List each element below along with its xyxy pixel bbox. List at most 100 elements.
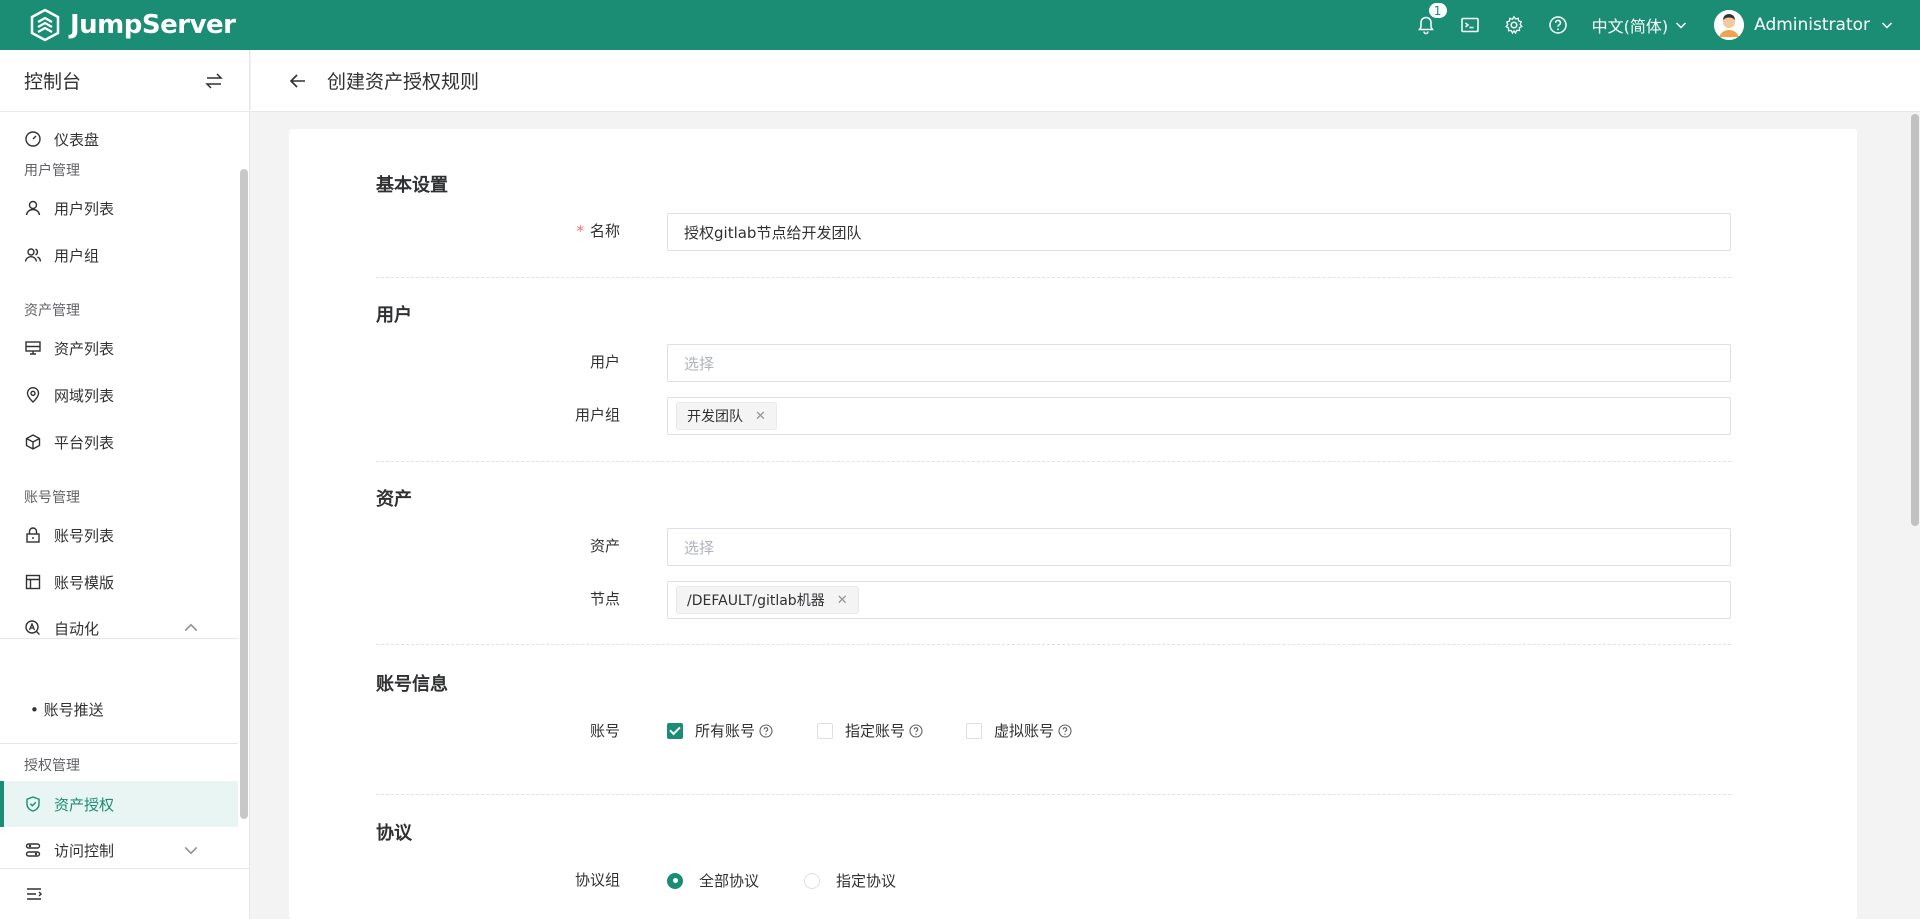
sidebar-item-label: 账号模版	[54, 573, 115, 592]
asset-label: 资产	[589, 537, 620, 555]
sidebar-item-label: 资产授权	[54, 795, 115, 814]
close-icon[interactable]: ✕	[755, 409, 766, 424]
sidebar-item-asset-list[interactable]: 资产列表	[0, 326, 238, 370]
checkbox-virtual-accounts[interactable]: 虚拟账号	[966, 720, 1072, 741]
section-title-basic: 基本设置	[376, 175, 448, 196]
collapse-menu-icon[interactable]	[24, 884, 44, 904]
checkbox-specified-accounts[interactable]: 指定账号	[817, 720, 923, 741]
radio[interactable]	[804, 872, 820, 889]
chevron-down-icon	[184, 846, 198, 855]
section-title-users: 用户	[376, 305, 412, 326]
sidebar-scrollbar[interactable]	[240, 169, 248, 819]
sidebar-item-asset-permission[interactable]: 资产授权	[0, 781, 238, 827]
required-mark: *	[576, 222, 584, 240]
sidebar-item-user-list[interactable]: 用户列表	[0, 186, 238, 230]
sidebar-item-account-template[interactable]: 账号模版	[0, 560, 238, 604]
radio-label: 指定协议	[836, 872, 897, 890]
web-terminal-button[interactable]	[1448, 0, 1492, 50]
sidebar-item-domain-list[interactable]: 网域列表	[0, 373, 238, 417]
name-input[interactable]: 授权gitlab节点给开发团队	[667, 213, 1731, 251]
arrow-left-icon[interactable]	[287, 70, 309, 92]
sidebar-item-dashboard[interactable]: 仪表盘	[0, 117, 238, 161]
checkbox-label: 所有账号	[695, 722, 756, 740]
protocol-group-label: 协议组	[574, 871, 620, 889]
sidebar-item-label: 访问控制	[54, 841, 115, 860]
sidebar-item-label: 账号推送	[43, 701, 104, 719]
radio[interactable]	[667, 872, 683, 889]
sidebar-item-label: 资产列表	[54, 339, 115, 358]
checkbox-all-accounts[interactable]: 所有账号	[667, 720, 773, 741]
sidebar-item-label: 平台列表	[54, 433, 115, 452]
sidebar-group-asset-mgmt: 资产管理	[24, 303, 80, 319]
brand-logo[interactable]: JumpServer	[28, 8, 236, 42]
checkbox-label: 指定账号	[845, 722, 906, 740]
switch-view-icon[interactable]	[203, 70, 225, 92]
user-select-placeholder: 选择	[684, 354, 715, 373]
sidebar-title: 控制台	[24, 71, 82, 93]
location-icon	[26, 387, 40, 403]
asset-select[interactable]: 选择	[667, 528, 1731, 566]
chevron-up-icon	[184, 623, 198, 632]
user-menu[interactable]: Administrator	[1714, 10, 1894, 40]
sidebar-item-automation[interactable]: 自动化	[0, 605, 238, 651]
asset-select-placeholder: 选择	[684, 538, 715, 557]
sidebar-group-perm-mgmt: 授权管理	[24, 758, 80, 774]
page-scrollbar[interactable]	[1911, 114, 1919, 526]
top-bar: JumpServer 1 中文(简体) Administrator	[0, 0, 1920, 50]
question-icon[interactable]	[1058, 723, 1072, 738]
user-select[interactable]: 选择	[667, 344, 1731, 382]
checkbox-label: 虚拟账号	[994, 722, 1055, 740]
lock-icon	[26, 527, 40, 543]
settings-button[interactable]	[1492, 0, 1536, 50]
selected-tag: /DEFAULT/gitlab机器 ✕	[676, 586, 859, 614]
automation-icon	[25, 620, 40, 635]
monitor-icon	[25, 341, 41, 355]
name-input-value: 授权gitlab节点给开发团队	[684, 223, 862, 242]
cube-icon	[25, 434, 41, 450]
chevron-down-icon	[1881, 22, 1893, 29]
user-name: Administrator	[1754, 15, 1870, 35]
user-icon	[25, 200, 41, 216]
question-icon[interactable]	[909, 723, 923, 738]
selected-tag: 开发团队 ✕	[676, 402, 777, 430]
page-title: 创建资产授权规则	[327, 71, 480, 93]
node-select[interactable]: /DEFAULT/gitlab机器 ✕	[667, 581, 1731, 619]
sidebar-group-user-mgmt: 用户管理	[24, 163, 80, 179]
jumpserver-logo-icon	[30, 8, 60, 42]
notification-badge: 1	[1427, 2, 1448, 19]
brand-name: JumpServer	[70, 10, 236, 40]
node-label: 节点	[589, 590, 620, 608]
notifications-button[interactable]: 1	[1404, 0, 1448, 50]
sidebar-item-label: 网域列表	[54, 386, 115, 405]
page-header: 创建资产授权规则	[251, 50, 1920, 112]
user-label: 用户	[589, 353, 620, 371]
checkbox[interactable]	[966, 722, 982, 739]
checkbox[interactable]	[817, 722, 833, 739]
language-label: 中文(简体)	[1591, 17, 1669, 36]
checkbox[interactable]	[667, 722, 683, 739]
template-icon	[25, 574, 41, 590]
sidebar-item-platform-list[interactable]: 平台列表	[0, 420, 238, 464]
sidebar-item-account-list[interactable]: 账号列表	[0, 513, 238, 557]
sidebar-subitem-account-push[interactable]: • 账号推送	[30, 699, 104, 720]
sidebar-item-label: 用户组	[54, 246, 100, 265]
access-control-icon	[25, 843, 41, 857]
sidebar-item-label: 账号列表	[54, 526, 115, 545]
radio-label: 全部协议	[699, 872, 760, 890]
help-icon	[1548, 16, 1567, 34]
user-group-select[interactable]: 开发团队 ✕	[667, 397, 1731, 435]
shield-icon	[26, 796, 40, 812]
sidebar-item-access-control[interactable]: 访问控制	[0, 827, 238, 873]
chevron-down-icon	[1676, 22, 1687, 29]
question-icon[interactable]	[759, 723, 773, 738]
form-card: 基本设置 * 名称 授权gitlab节点给开发团队 用户 用户 选择 用户组 开发…	[289, 129, 1857, 919]
close-icon[interactable]: ✕	[837, 593, 848, 608]
sidebar-item-user-group[interactable]: 用户组	[0, 233, 238, 277]
sidebar-item-label: 仪表盘	[54, 130, 100, 149]
language-selector[interactable]: 中文(简体)	[1592, 13, 1689, 37]
radio-specified-protocols[interactable]: 指定协议	[804, 870, 896, 891]
radio-all-protocols[interactable]: 全部协议	[667, 870, 759, 891]
help-button[interactable]	[1536, 0, 1580, 50]
user-group-icon	[24, 248, 42, 262]
user-group-label: 用户组	[574, 406, 620, 424]
